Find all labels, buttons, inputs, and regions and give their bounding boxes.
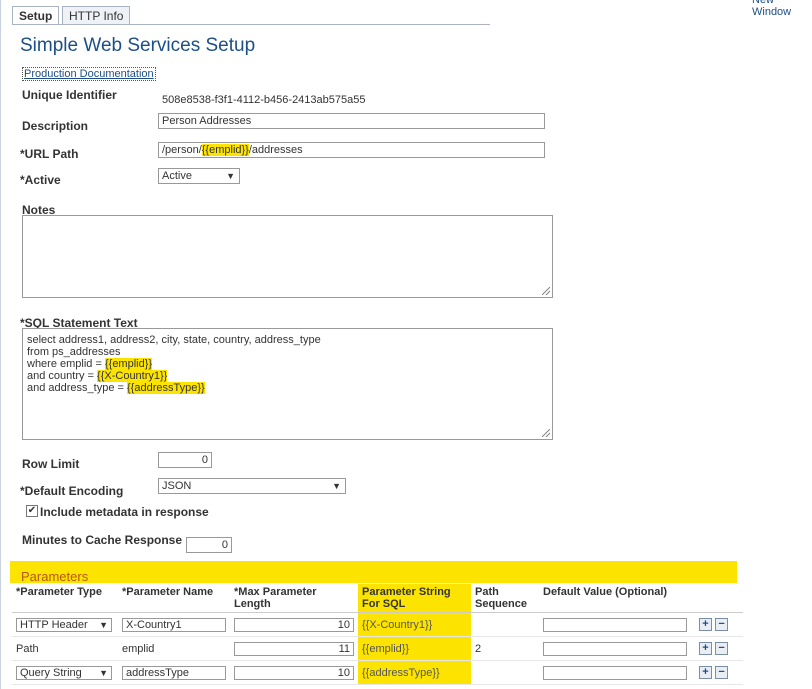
unique-identifier-value: 508e8538-f3f1-4112-b456-2413ab575a55 [162,94,366,106]
parameter-type-value: Path [12,636,118,661]
parameter-name-input[interactable]: X-Country1 [122,617,226,632]
col-path-sequence: Path Sequence [471,584,539,613]
add-row-button[interactable]: + [699,618,712,631]
sql-param-emplid: {{emplid}} [104,358,153,370]
page-title: Simple Web Services Setup [20,35,256,56]
chevron-down-icon: ▼ [99,667,108,678]
add-row-button[interactable]: + [699,642,712,655]
col-parameter-type: *Parameter Type [12,584,118,613]
chevron-down-icon: ▼ [226,171,235,181]
col-parameter-string: Parameter String For SQL [358,584,471,613]
parameter-name-value: emplid [118,636,230,661]
path-sequence-cell [471,660,539,685]
sql-statement-textarea[interactable]: select address1, address2, city, state, … [22,328,553,440]
parameters-grid: *Parameter Type *Parameter Name *Max Par… [12,584,743,685]
sql-line: where emplid = {{emplid}} [27,358,153,370]
active-select[interactable]: Active ▼ [158,168,240,184]
url-path-label: *URL Path [20,147,79,161]
description-label: Description [22,119,89,133]
resize-grip-icon[interactable] [542,429,550,437]
default-value-input[interactable] [543,617,687,632]
url-path-input[interactable]: /person/{{emplid}}/addresses [158,142,545,158]
sql-line: and address_type = {{addressType}} [27,382,205,394]
table-row: Query String ▼ addressType 10 {{addressTy… [12,660,743,685]
production-documentation-link[interactable]: Production Documentation [22,67,156,81]
max-length-input[interactable]: 10 [234,617,354,632]
delete-row-button[interactable]: − [715,666,729,679]
include-metadata-checkbox[interactable]: ✔ [26,505,38,517]
max-length-input[interactable]: 11 [234,641,354,656]
url-path-suffix: /addresses [248,144,303,156]
max-length-input[interactable]: 10 [234,665,354,680]
include-metadata-label: Include metadata in response [40,505,209,519]
active-label: *Active [20,173,61,187]
default-encoding-select[interactable]: JSON ▼ [158,478,346,494]
table-row: HTTP Header ▼ X-Country1 10 {{X-Country1}… [12,612,743,637]
default-encoding-label: *Default Encoding [20,484,124,498]
sql-param-country: {{X-Country1}} [97,370,168,382]
description-input[interactable]: Person Addresses [158,113,545,129]
default-value-input[interactable] [543,641,687,656]
col-max-length: *Max Parameter Length [230,584,358,613]
table-row: Path emplid 11 {{emplid}} 2 + − [12,636,743,661]
col-default-value: Default Value (Optional) [539,584,695,613]
col-parameter-name: *Parameter Name [118,584,230,613]
add-row-button[interactable]: + [699,666,712,679]
path-sequence-cell [471,612,539,637]
new-window-link[interactable]: New Window [752,0,812,18]
tab-setup[interactable]: Setup [12,6,60,25]
sql-line: select address1, address2, city, state, … [27,334,321,346]
sql-line: from ps_addresses [27,346,121,358]
parameter-type-select[interactable]: Query String ▼ [16,665,112,680]
path-sequence-cell: 2 [471,636,539,661]
url-path-prefix: /person/ [162,144,202,156]
parameter-string-cell: {{addressType}} [358,660,471,685]
default-value-input[interactable] [543,665,687,680]
col-actions [695,584,743,613]
tab-divider [12,24,490,25]
sql-param-address-type: {{addressType}} [127,382,205,394]
cache-minutes-input[interactable]: 0 [186,537,232,553]
active-select-value: Active [162,170,192,182]
unique-identifier-label: Unique Identifier [22,88,117,102]
resize-grip-icon[interactable] [542,287,550,295]
delete-row-button[interactable]: − [715,618,729,631]
row-limit-input[interactable]: 0 [158,452,212,468]
tab-http-info[interactable]: HTTP Info [62,6,131,25]
parameters-header-bar [10,561,737,583]
default-encoding-value: JSON [162,480,192,492]
delete-row-button[interactable]: − [715,642,729,655]
row-limit-label: Row Limit [22,457,80,471]
notes-textarea[interactable] [22,215,553,298]
sql-text: select address1, address2, city, state, … [27,334,321,394]
cache-minutes-label: Minutes to Cache Response [22,533,183,547]
parameter-type-select[interactable]: HTTP Header ▼ [16,617,112,632]
chevron-down-icon: ▼ [332,481,341,491]
left-frame-border [0,0,1,689]
sql-line: and country = {{X-Country1}} [27,370,168,382]
parameter-name-input[interactable]: addressType [122,665,226,680]
parameters-title: Parameters [21,569,89,584]
parameter-string-cell: {{X-Country1}} [358,612,471,637]
parameters-header-row: *Parameter Type *Parameter Name *Max Par… [12,584,743,613]
url-path-param: {{emplid}} [201,144,249,156]
chevron-down-icon: ▼ [99,619,108,630]
parameter-string-cell: {{emplid}} [358,636,471,661]
